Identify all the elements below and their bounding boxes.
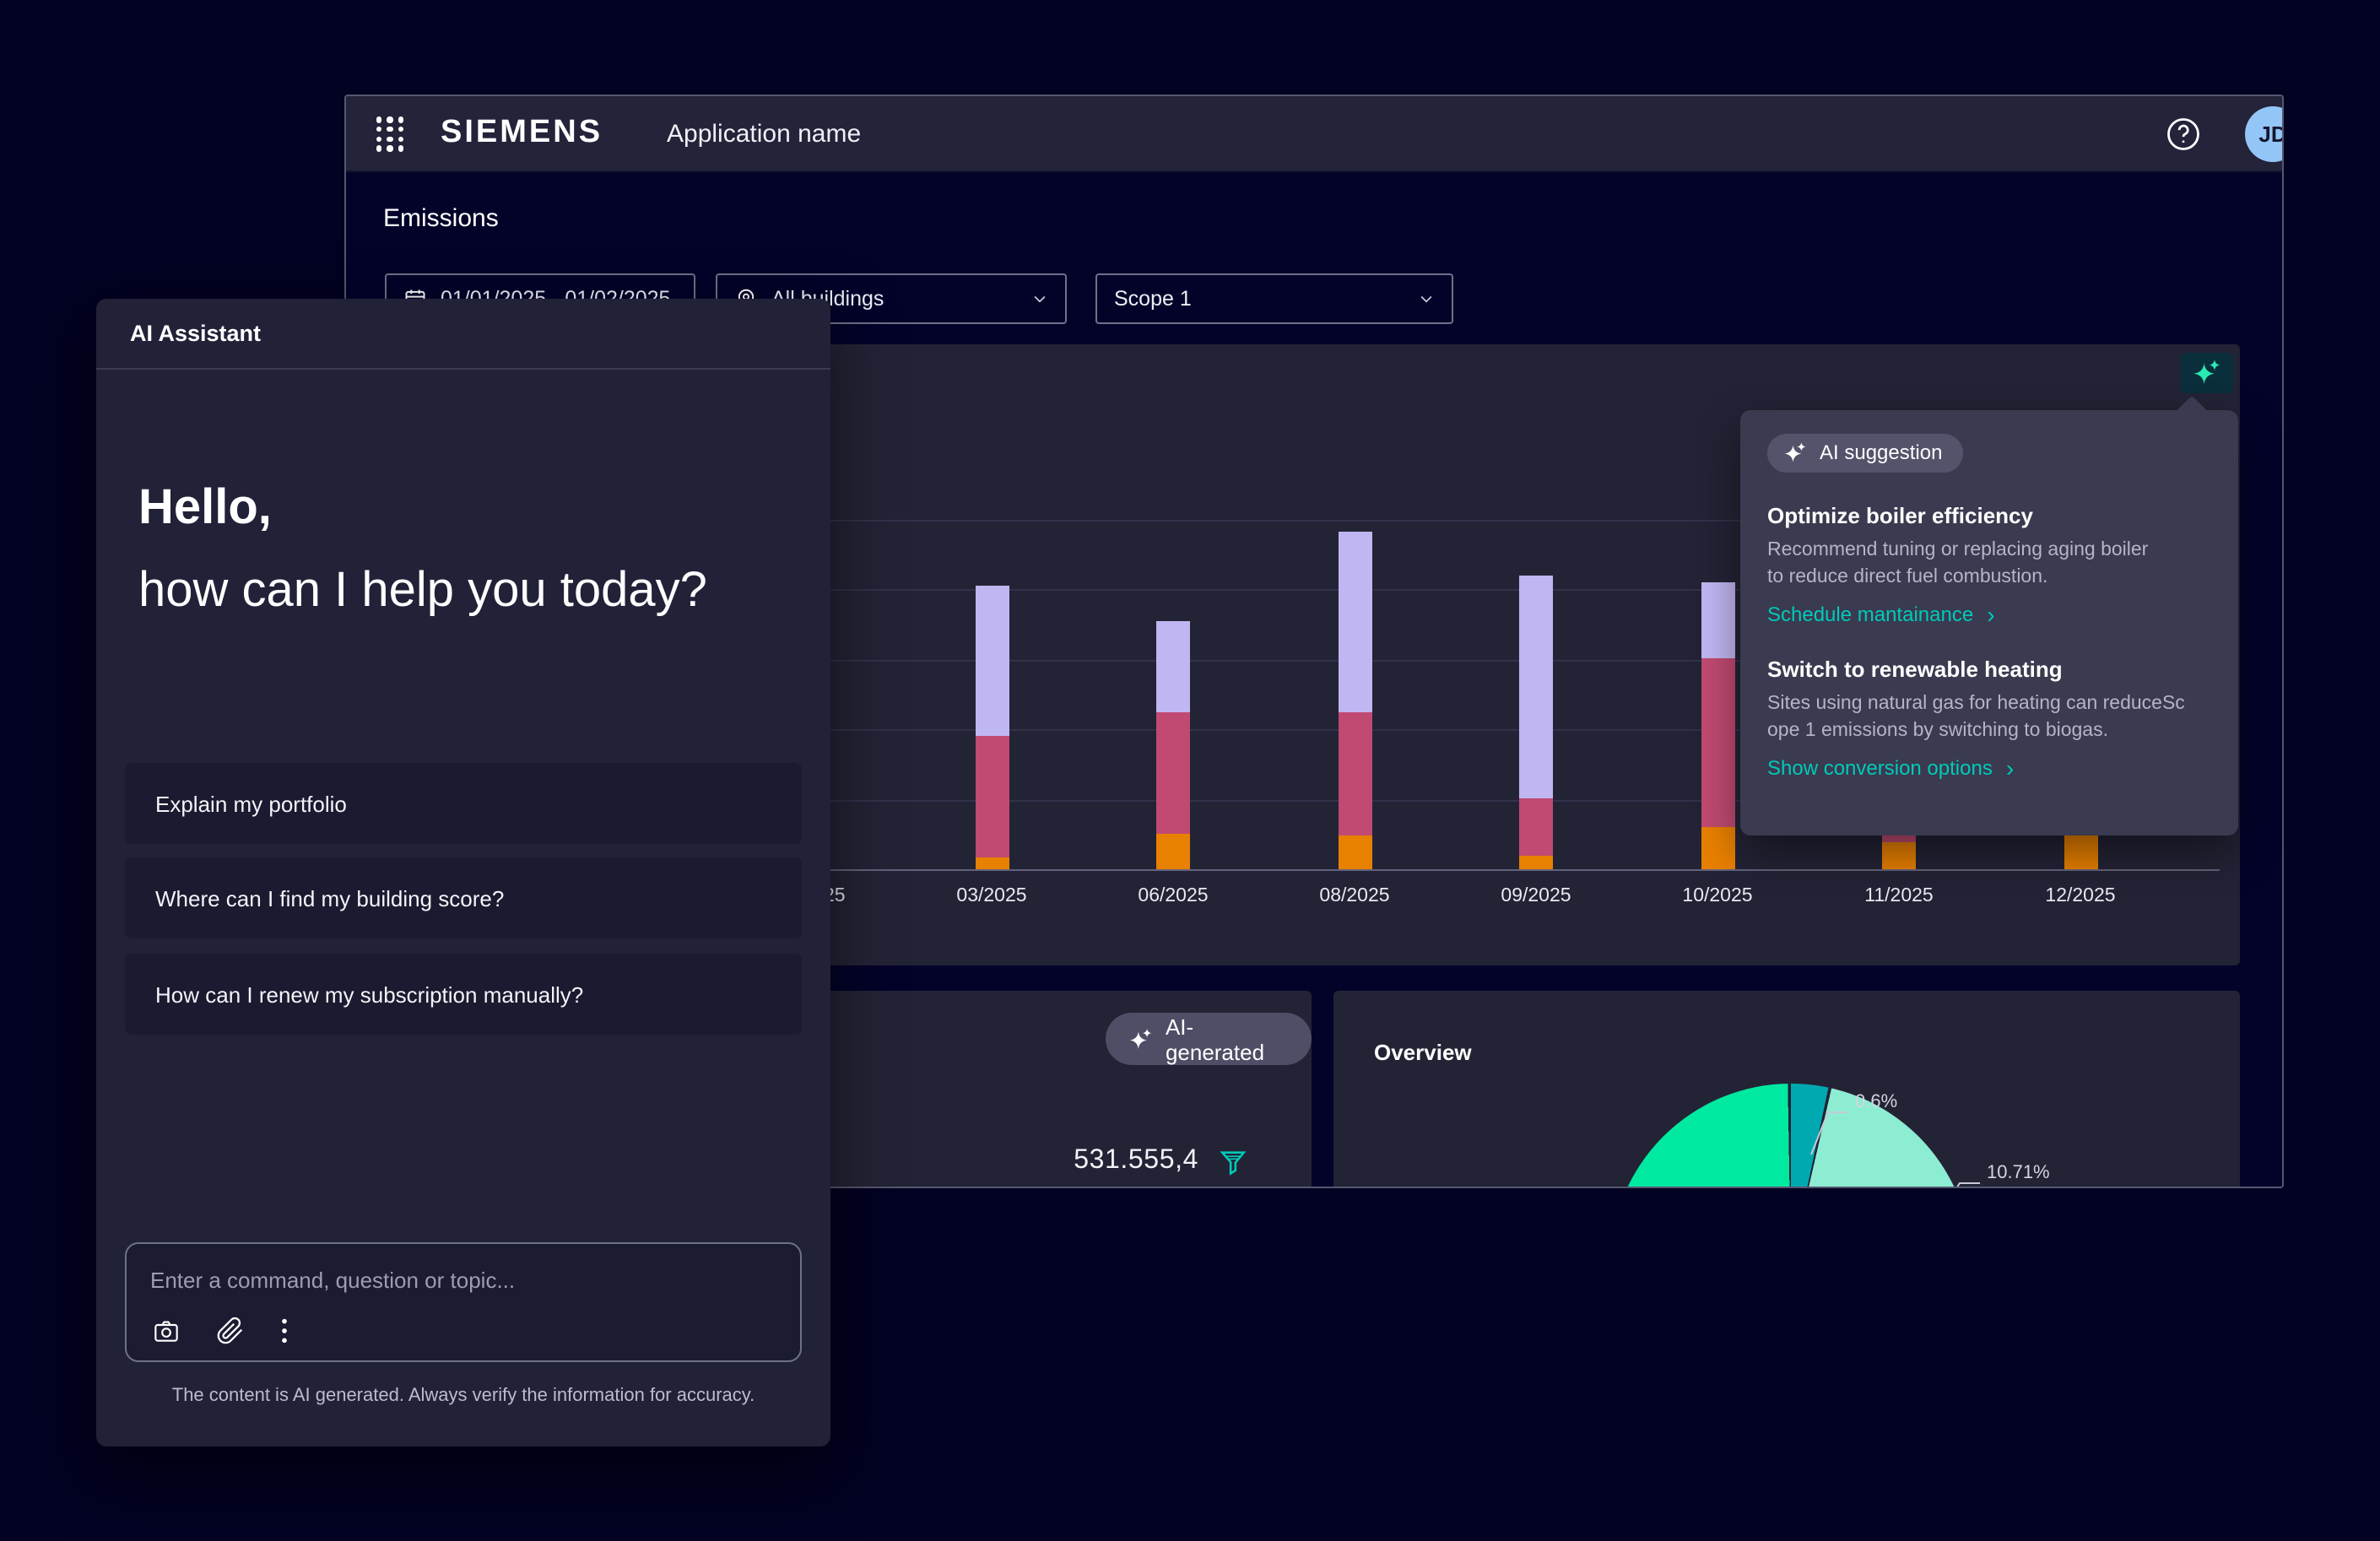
ai-assistant-header: AI Assistant bbox=[96, 299, 830, 370]
greeting: Hello, how can I help you today? bbox=[138, 481, 707, 619]
sparkle-icon bbox=[1784, 441, 1808, 463]
suggestion-title: Switch to renewable heating bbox=[1767, 657, 2211, 682]
ai-suggestion-popup: AI suggestion Optimize boiler efficiency… bbox=[1740, 410, 2238, 835]
greeting-line1: Hello, bbox=[138, 481, 707, 537]
avatar[interactable]: JD bbox=[2245, 106, 2284, 162]
ai-suggestion-badge-label: AI suggestion bbox=[1820, 441, 1942, 464]
chevron-down-icon bbox=[1418, 290, 1435, 307]
pie-slice-label: 0.6% bbox=[1855, 1092, 1897, 1112]
bar-segment-pink-middle bbox=[1338, 712, 1371, 835]
sparkle-icon bbox=[1129, 1027, 1154, 1051]
ai-generated-label: AI-generated bbox=[1166, 1014, 1288, 1064]
suggestion-item: Optimize boiler efficiency Recommend tun… bbox=[1767, 503, 2211, 626]
scope-value: Scope 1 bbox=[1114, 287, 1404, 311]
application-name: Application name bbox=[667, 120, 861, 149]
suggestion-item: Switch to renewable heating Sites using … bbox=[1767, 657, 2211, 780]
x-axis-label: 03/2025 bbox=[933, 886, 1051, 906]
x-axis-label: 08/2025 bbox=[1295, 886, 1414, 906]
bar-segment-orange-bottom bbox=[1338, 835, 1371, 869]
suggestion-body: Sites using natural gas for heating can … bbox=[1767, 690, 2211, 744]
bar-segment-orange-bottom bbox=[1701, 827, 1734, 869]
bar-segment-lavender-top bbox=[1701, 583, 1734, 658]
pie-donut-hole bbox=[1713, 1187, 1869, 1188]
x-axis-label: 09/2025 bbox=[1477, 886, 1595, 906]
prompt-suggestion-button[interactable]: How can I renew my subscription manually… bbox=[125, 954, 802, 1035]
x-axis-label: 12/2025 bbox=[2021, 886, 2139, 906]
chevron-right-icon: › bbox=[2006, 757, 2014, 781]
ai-suggestion-badge: AI suggestion bbox=[1767, 434, 1962, 473]
overview-title: Overview bbox=[1374, 1040, 1472, 1065]
pie-slice-label: 10.71% bbox=[1987, 1163, 2050, 1183]
help-icon[interactable] bbox=[2166, 116, 2201, 152]
sparkle-icon bbox=[2192, 360, 2222, 387]
ai-generated-badge: AI-generated bbox=[1106, 1013, 1312, 1065]
bar-segment-orange-bottom bbox=[1519, 856, 1553, 869]
bar-segment-orange-bottom bbox=[2064, 830, 2097, 869]
greeting-line2: how can I help you today? bbox=[138, 564, 707, 619]
schedule-maintenance-link[interactable]: Schedule mantainance › bbox=[1767, 603, 2211, 626]
prompt-suggestion-button[interactable]: Explain my portfolio bbox=[125, 763, 802, 844]
x-axis-label: 06/2025 bbox=[1114, 886, 1232, 906]
more-options-icon[interactable] bbox=[280, 1317, 289, 1345]
bar-segment-pink-middle bbox=[975, 735, 1009, 857]
ai-assistant-title: AI Assistant bbox=[130, 321, 261, 346]
app-launcher-icon[interactable] bbox=[373, 115, 407, 154]
bar-segment-orange-bottom bbox=[975, 858, 1009, 869]
filter-funnel-icon[interactable] bbox=[1219, 1147, 1247, 1176]
chevron-right-icon: › bbox=[1987, 603, 1994, 626]
prompt-suggestion-button[interactable]: Where can I find my building score? bbox=[125, 857, 802, 938]
bar-segment-lavender-top bbox=[1338, 533, 1371, 712]
bar-segment-lavender-top bbox=[1156, 621, 1190, 712]
suggestion-title: Optimize boiler efficiency bbox=[1767, 503, 2211, 528]
suggestion-body: Recommend tuning or replacing aging boil… bbox=[1767, 537, 2211, 591]
bar-segment-lavender-top bbox=[1519, 575, 1553, 798]
screen: SIEMENS Application name JD Emissions 01… bbox=[0, 0, 2380, 1541]
ai-assistant-panel: AI Assistant Hello, how can I help you t… bbox=[96, 299, 830, 1446]
bar-segment-lavender-top bbox=[975, 585, 1009, 735]
scope-filter[interactable]: Scope 1 bbox=[1095, 273, 1453, 324]
show-conversion-options-link[interactable]: Show conversion options › bbox=[1767, 757, 2211, 781]
bar-segment-orange-bottom bbox=[1156, 834, 1190, 869]
x-axis-label: 11/2025 bbox=[1840, 886, 1958, 906]
chat-input[interactable] bbox=[150, 1261, 775, 1298]
bar-segment-pink-middle bbox=[1156, 712, 1190, 834]
bar-segment-pink-middle bbox=[1519, 798, 1553, 856]
bar-segment-pink-middle bbox=[1701, 657, 1734, 827]
chevron-down-icon bbox=[1031, 290, 1048, 307]
x-axis-label: 10/2025 bbox=[1658, 886, 1777, 906]
page-title: Emissions bbox=[383, 204, 499, 233]
chat-input-box bbox=[125, 1242, 802, 1362]
attachment-icon[interactable] bbox=[216, 1317, 245, 1345]
ai-suggestion-toggle-button[interactable] bbox=[2181, 353, 2233, 393]
overview-card: Overview 0.6% 10.71% bbox=[1333, 991, 2240, 1188]
bar-segment-orange-bottom bbox=[1882, 842, 1916, 869]
total-emissions-value: 531.555,4 bbox=[1074, 1146, 1198, 1176]
overview-pie-chart bbox=[1610, 1084, 1972, 1188]
app-header: SIEMENS Application name JD bbox=[346, 96, 2282, 172]
ai-disclaimer: The content is AI generated. Always veri… bbox=[96, 1386, 830, 1406]
siemens-logo: SIEMENS bbox=[441, 115, 603, 152]
camera-icon[interactable] bbox=[152, 1317, 181, 1344]
